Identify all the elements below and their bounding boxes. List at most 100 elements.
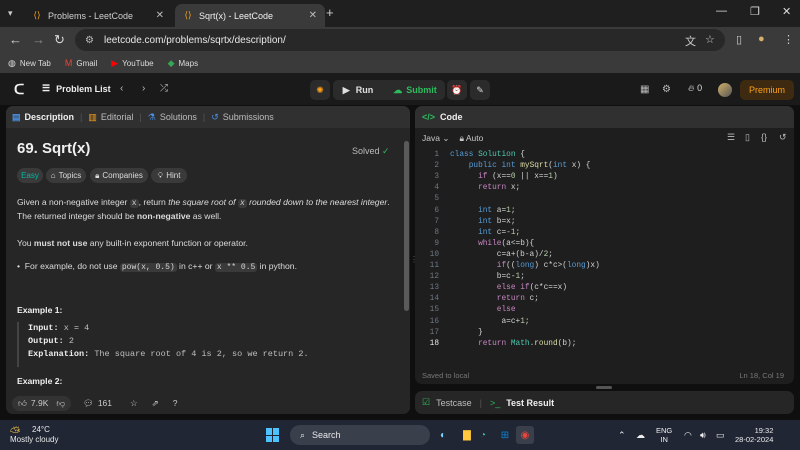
code-line[interactable]: if((long) c*c>(long)x) <box>450 262 600 270</box>
tab-submissions[interactable]: ↺ Submissions <box>205 112 280 123</box>
input-language[interactable]: ENG IN <box>656 426 672 444</box>
panel-resize-handle[interactable]: ⋮ <box>410 255 418 267</box>
layout-icon[interactable]: ▦ <box>640 84 649 95</box>
star-icon[interactable]: ☆ <box>130 398 138 409</box>
edge-icon[interactable]: ◔ <box>474 426 492 444</box>
prev-problem-icon[interactable]: ‹ <box>120 83 123 94</box>
code-line[interactable]: return Math.round(b); <box>450 340 576 348</box>
code-line[interactable]: else if(c*c==x) <box>450 284 567 292</box>
problem-list-label: Problem List <box>56 83 111 94</box>
format-braces-icon[interactable]: {} <box>761 132 767 142</box>
menu-icon[interactable]: ⋮ <box>783 33 794 46</box>
settings-icon[interactable]: ⚙ <box>662 84 671 95</box>
code-line[interactable]: return c; <box>450 295 539 303</box>
code-line[interactable]: int a=1; <box>450 207 515 215</box>
bookmark-new-tab[interactable]: ◍ New Tab <box>8 58 51 69</box>
help-icon[interactable]: ? <box>173 398 178 408</box>
topics-chip[interactable]: ⌂ Topics <box>46 168 86 183</box>
bookmark-maps[interactable]: ◆ Maps <box>168 58 198 69</box>
code-line[interactable]: class Solution { <box>450 151 525 159</box>
tab-testcase[interactable]: Testcase <box>436 398 472 408</box>
browser-tab-strip: ▾ ⟨⟩ Problems - LeetCode ✕ ⟨⟩ Sqrt(x) - … <box>0 0 800 27</box>
tab-description[interactable]: ▤ Description <box>6 112 80 123</box>
browser-tab-problems[interactable]: ⟨⟩ Problems - LeetCode ✕ <box>24 4 172 27</box>
bookmark-star-icon[interactable]: ☆ <box>705 33 715 46</box>
browser-tab-sqrt[interactable]: ⟨⟩ Sqrt(x) - LeetCode ✕ <box>175 4 325 27</box>
leetcode-logo-icon[interactable]: ᑕ <box>14 81 26 97</box>
chrome-icon[interactable]: ◉ <box>516 426 534 444</box>
tab-test-result[interactable]: Test Result <box>506 398 554 408</box>
onedrive-icon[interactable]: ☁ <box>636 430 645 441</box>
taskbar-search[interactable]: ⌕ Search <box>290 425 430 445</box>
code-line[interactable]: else <box>450 306 516 314</box>
forward-icon[interactable]: → <box>32 32 45 47</box>
tab-search-icon[interactable]: ▾ <box>8 8 13 19</box>
site-info-icon[interactable]: ⚙ <box>85 35 94 46</box>
minimize-button[interactable]: — <box>716 5 727 17</box>
comments-button[interactable]: 💬︎ 161 <box>77 396 118 411</box>
hint-chip[interactable]: 💡︎ Hint <box>151 168 187 183</box>
debug-button[interactable]: ✺ <box>310 80 330 100</box>
system-clock[interactable]: 19:32 28-02-2024 <box>735 426 773 444</box>
code-line[interactable]: int b=x; <box>450 218 515 226</box>
companies-chip[interactable]: 🔒︎ Companies <box>90 168 148 183</box>
like-button[interactable]: 👍︎ 7.9K 👎︎ <box>12 395 72 411</box>
restore-button[interactable]: ❐ <box>750 5 760 18</box>
start-button[interactable] <box>266 428 280 442</box>
tab-solutions[interactable]: ⚗ Solutions <box>142 112 203 123</box>
code-line[interactable]: b=c-1; <box>450 273 525 281</box>
battery-icon[interactable]: ▭ <box>716 430 725 441</box>
description-panel: ▤ Description | ▥ Editorial | ⚗ Solutions |… <box>6 106 410 414</box>
thumbs-down-icon[interactable]: 👎︎ <box>56 398 65 409</box>
tab-editorial[interactable]: ▥ Editorial <box>82 112 139 123</box>
language-select[interactable]: Java ⌄ <box>422 133 449 144</box>
sidebar-icon[interactable]: ▯ <box>736 33 742 46</box>
weather-widget[interactable]: ⛅︎ 24°C Mostly cloudy <box>10 425 58 445</box>
submit-button[interactable]: ☁ Submit <box>385 80 445 100</box>
description-scrollbar[interactable] <box>404 141 409 311</box>
streak-counter[interactable]: 🔥︎ 0 <box>688 83 702 94</box>
problem-title[interactable]: 69. Sqrt(x) <box>17 140 90 157</box>
ms-store-icon[interactable]: ⊞ <box>496 426 514 444</box>
code-line[interactable]: public int mySqrt(int x) { <box>450 162 591 170</box>
problem-list-button[interactable]: ☰ Problem List <box>42 83 111 94</box>
bookmark-gmail[interactable]: M Gmail <box>65 58 97 68</box>
panel-resize-handle[interactable] <box>596 386 612 389</box>
code-line[interactable]: int c=-1; <box>450 229 520 237</box>
code-line[interactable]: return x; <box>450 184 520 192</box>
tray-overflow-icon[interactable]: ⌃ <box>618 430 626 441</box>
history-icon: ↺ <box>211 111 219 122</box>
address-bar[interactable]: ⚙ leetcode.com/problems/sqrtx/descriptio… <box>75 29 725 51</box>
notes-button[interactable]: ✎ <box>470 80 490 100</box>
reload-icon[interactable]: ↻ <box>54 32 65 48</box>
close-tab-icon[interactable]: ✕ <box>156 10 164 21</box>
new-tab-button[interactable]: + <box>326 5 334 20</box>
auto-mode-toggle[interactable]: 🔒︎ Auto <box>459 133 483 144</box>
copilot-icon[interactable]: ◐ <box>434 426 452 444</box>
tag-icon: ⌂ <box>50 171 56 180</box>
premium-button[interactable]: Premium <box>740 80 794 100</box>
profile-icon[interactable]: ● <box>758 33 765 45</box>
code-line[interactable]: c=a+(b-a)/2; <box>450 251 553 259</box>
share-icon[interactable]: ⇗ <box>152 398 159 409</box>
run-button[interactable]: ▶ Run <box>333 80 383 100</box>
volume-icon[interactable]: 🔊︎ <box>700 430 706 441</box>
code-line[interactable]: while(a<=b){ <box>450 240 534 248</box>
notes-list-icon[interactable]: ☰ <box>727 132 735 143</box>
code-line[interactable]: a=c+1; <box>450 318 529 326</box>
translate-icon[interactable]: 文 <box>685 33 696 49</box>
close-tab-icon[interactable]: ✕ <box>309 10 317 21</box>
bookmark-icon[interactable]: ▯ <box>745 132 750 143</box>
next-problem-icon[interactable]: › <box>142 83 145 94</box>
timer-button[interactable]: ⏰ <box>447 80 467 100</box>
code-line[interactable]: } <box>450 329 483 337</box>
reset-code-icon[interactable]: ↺ <box>779 132 787 143</box>
bookmark-youtube[interactable]: ▶ YouTube <box>111 58 153 69</box>
shuffle-icon[interactable]: ⤮ <box>160 83 168 94</box>
wifi-icon[interactable]: ◠ <box>684 430 692 441</box>
back-icon[interactable]: ← <box>9 32 22 47</box>
avatar[interactable] <box>718 83 732 97</box>
code-editor[interactable]: 1 class Solution {2 public int mySqrt(int… <box>415 151 794 363</box>
close-window-button[interactable]: ✕ <box>782 5 791 18</box>
code-line[interactable]: if (x==0 || x==1) <box>450 173 558 181</box>
